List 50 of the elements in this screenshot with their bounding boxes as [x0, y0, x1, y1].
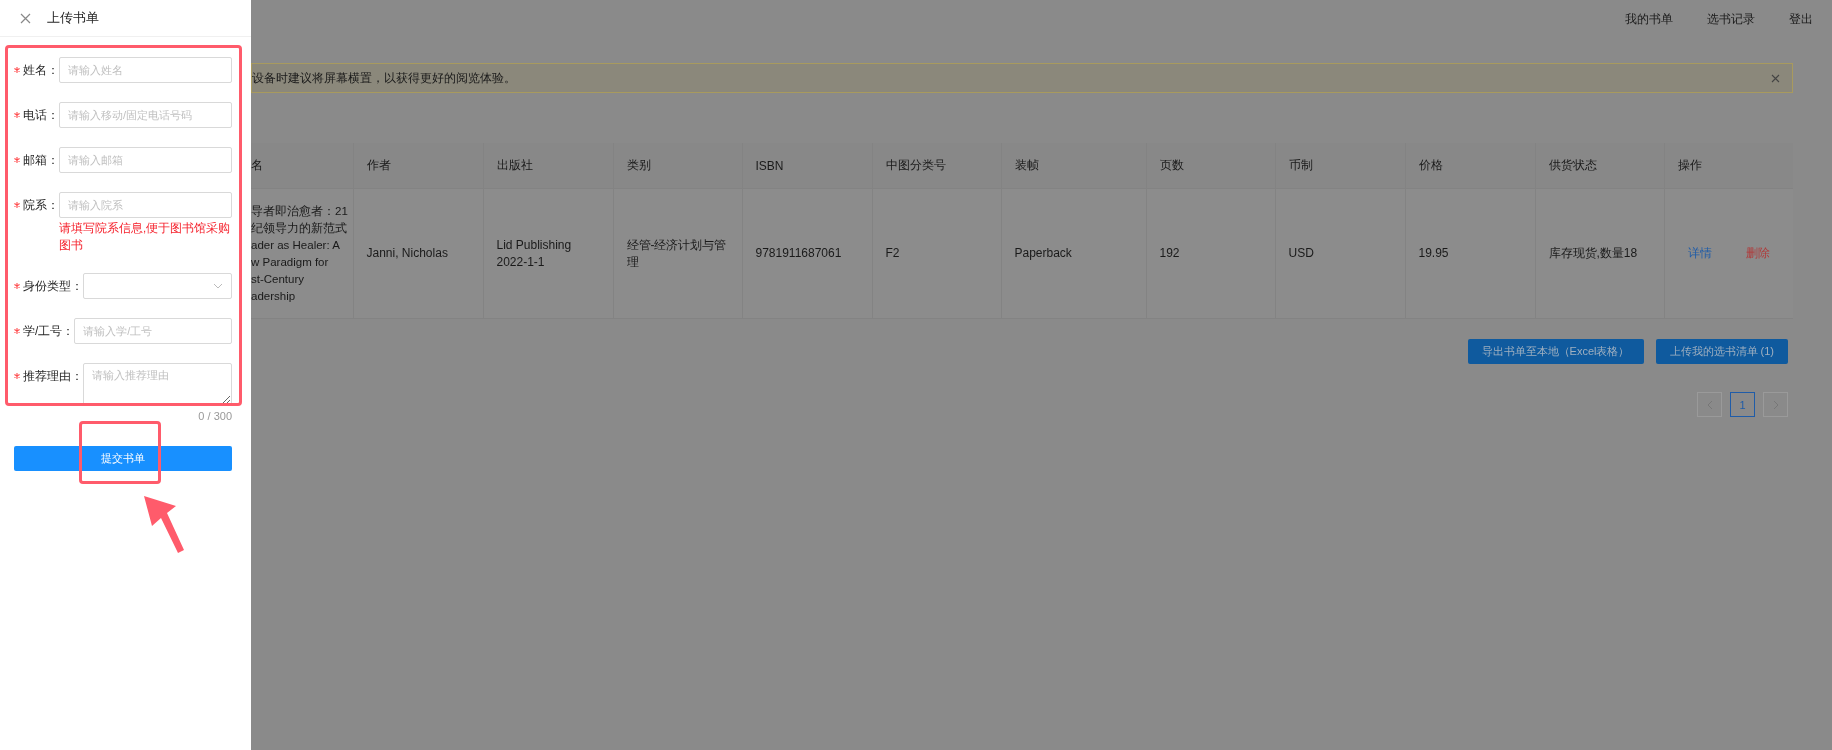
field-label: 身份类型：	[23, 277, 83, 295]
table-cell: Paperback	[1001, 188, 1146, 319]
column-header: 供货状态	[1535, 143, 1664, 189]
details-link[interactable]: 详情	[1687, 246, 1712, 260]
field-label: 姓名：	[23, 61, 59, 79]
delete-link[interactable]: 删除	[1745, 246, 1770, 260]
nav-link[interactable]: 选书记录	[1707, 10, 1755, 28]
next-page-button[interactable]	[1763, 392, 1788, 417]
table-cell: USD	[1275, 188, 1405, 319]
column-header: 名	[251, 143, 353, 189]
nav-link[interactable]: 登出	[1789, 10, 1813, 28]
alert-text: 设备时建议将屏幕横置，以获得更好的阅览体验。	[252, 69, 516, 87]
table-cell: F2	[872, 188, 1001, 319]
nav-link[interactable]: 我的书单	[1625, 10, 1673, 28]
table-cell: 19.95	[1405, 188, 1535, 319]
column-header: 中图分类号	[872, 143, 1001, 189]
submit-button[interactable]: 提交书单	[14, 446, 232, 471]
field-label: 推荐理由：	[23, 367, 83, 385]
column-header: 作者	[353, 143, 483, 189]
close-icon[interactable]	[20, 12, 31, 24]
column-header: 币制	[1275, 143, 1405, 189]
previous-page-button[interactable]	[1697, 392, 1722, 417]
column-header: 页数	[1146, 143, 1275, 189]
field-label: 学/工号：	[23, 322, 75, 340]
column-header: ISBN	[742, 143, 872, 189]
field-label: 院系：	[23, 196, 59, 214]
column-header: 出版社	[483, 143, 613, 189]
table-cell: 9781911687061	[742, 188, 872, 319]
field-label: 邮箱：	[23, 151, 59, 169]
page-button[interactable]: 1	[1730, 392, 1755, 417]
drawer-title: 上传书单	[47, 9, 99, 27]
upload-button[interactable]: 上传我的选书清单 (1)	[1655, 339, 1788, 364]
column-header: 类别	[613, 143, 742, 189]
table-cell: 192	[1146, 188, 1275, 319]
export-button[interactable]: 导出书单至本地（Excel表格）	[1467, 339, 1644, 364]
table-cell: 经管-经济计划与管理	[613, 188, 742, 319]
arrow-drawing	[142, 494, 186, 554]
close-icon[interactable]	[1771, 73, 1780, 83]
table-cell: Lid Publishing 2022-1-1	[483, 188, 613, 319]
column-header: 装帧	[1001, 143, 1146, 189]
select-field[interactable]	[83, 273, 232, 299]
column-header: 价格	[1405, 143, 1535, 189]
hint-text: 请填写院系信息,便于图书馆采购图书	[59, 221, 232, 253]
chevron-down-icon	[213, 281, 223, 291]
table-cell: 库存现货,数量18	[1535, 188, 1664, 319]
table-cell: Janni, Nicholas	[353, 188, 483, 319]
column-header: 操作	[1664, 143, 1793, 189]
table-cell: 导者即治愈者：21 纪领导力的新范式 ader as Healer: A w Paradigm for st-Century adership	[251, 188, 353, 319]
field-label: 电话：	[23, 106, 59, 124]
character-counter: 0 / 300	[197, 410, 232, 422]
